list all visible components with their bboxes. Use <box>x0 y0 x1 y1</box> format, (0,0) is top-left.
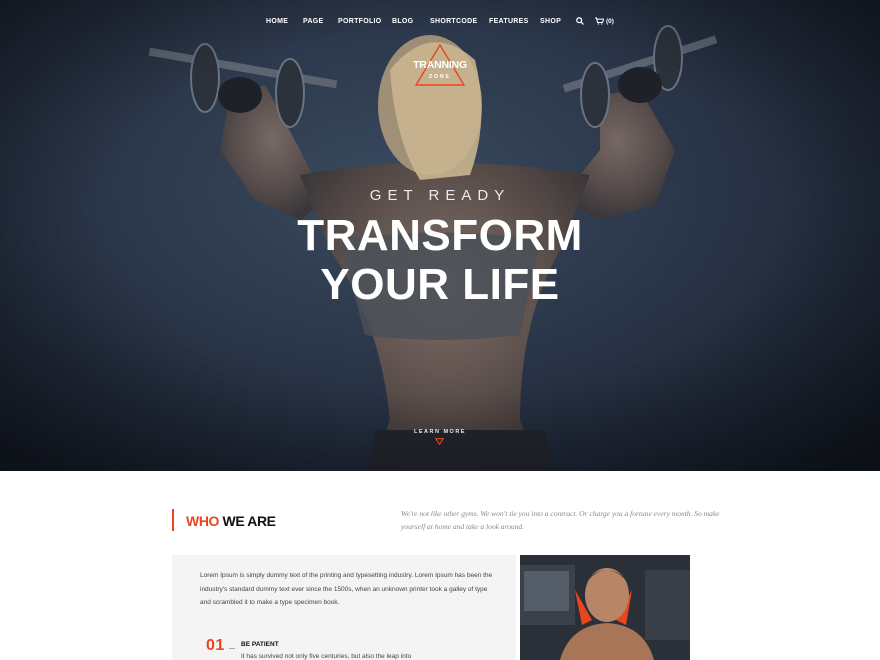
section-title: WHO WE ARE <box>186 513 276 529</box>
nav-home[interactable]: HOME <box>266 18 288 25</box>
hero-headline-line1: TRANSFORM <box>297 211 583 260</box>
search-icon[interactable] <box>576 17 584 27</box>
hero-eyebrow: GET READY <box>369 187 511 204</box>
site-logo[interactable]: TRANNING ZONE <box>412 44 468 88</box>
nav-shortcode[interactable]: SHORTCODE <box>430 18 477 25</box>
hero-headline-line2: YOUR LIFE <box>320 260 560 309</box>
cart-count[interactable]: (0) <box>606 18 614 25</box>
step-number: 01 <box>206 637 225 654</box>
nav-blog[interactable]: BLOG <box>392 18 413 25</box>
logo-subtitle: ZONE <box>429 74 451 80</box>
trainer-photo <box>520 555 690 660</box>
main-navigation: HOME PAGE PORTFOLIO BLOG SHORTCODE FEATU… <box>0 17 880 28</box>
section-accent-bar <box>172 509 174 531</box>
nav-shop[interactable]: SHOP <box>540 18 561 25</box>
step-text: It has survived not only five centuries,… <box>241 653 412 660</box>
section-intro: We're not like other gyms. We won't tie … <box>401 509 720 531</box>
about-text-panel: Lorem Ipsum is simply dummy text of the … <box>172 555 516 660</box>
section-title-accent: WHO <box>186 513 220 529</box>
step-divider <box>229 648 235 649</box>
logo-title: TRANNING <box>413 59 467 71</box>
nav-page[interactable]: PAGE <box>303 18 324 25</box>
section-title-rest: WE ARE <box>222 513 276 529</box>
learn-more-link[interactable]: LEARN MORE <box>0 429 880 435</box>
about-body-text: Lorem Ipsum is simply dummy text of the … <box>200 572 493 606</box>
cart-icon[interactable] <box>595 17 605 27</box>
hero-banner: HOME PAGE PORTFOLIO BLOG SHORTCODE FEATU… <box>0 0 880 471</box>
nav-features[interactable]: FEATURES <box>489 18 529 25</box>
step-title: BE PATIENT <box>241 641 279 648</box>
triangle-down-icon[interactable] <box>435 438 444 445</box>
nav-portfolio[interactable]: PORTFOLIO <box>338 18 382 25</box>
who-we-are-section: WHO WE ARE We're not like other gyms. We… <box>0 471 880 660</box>
